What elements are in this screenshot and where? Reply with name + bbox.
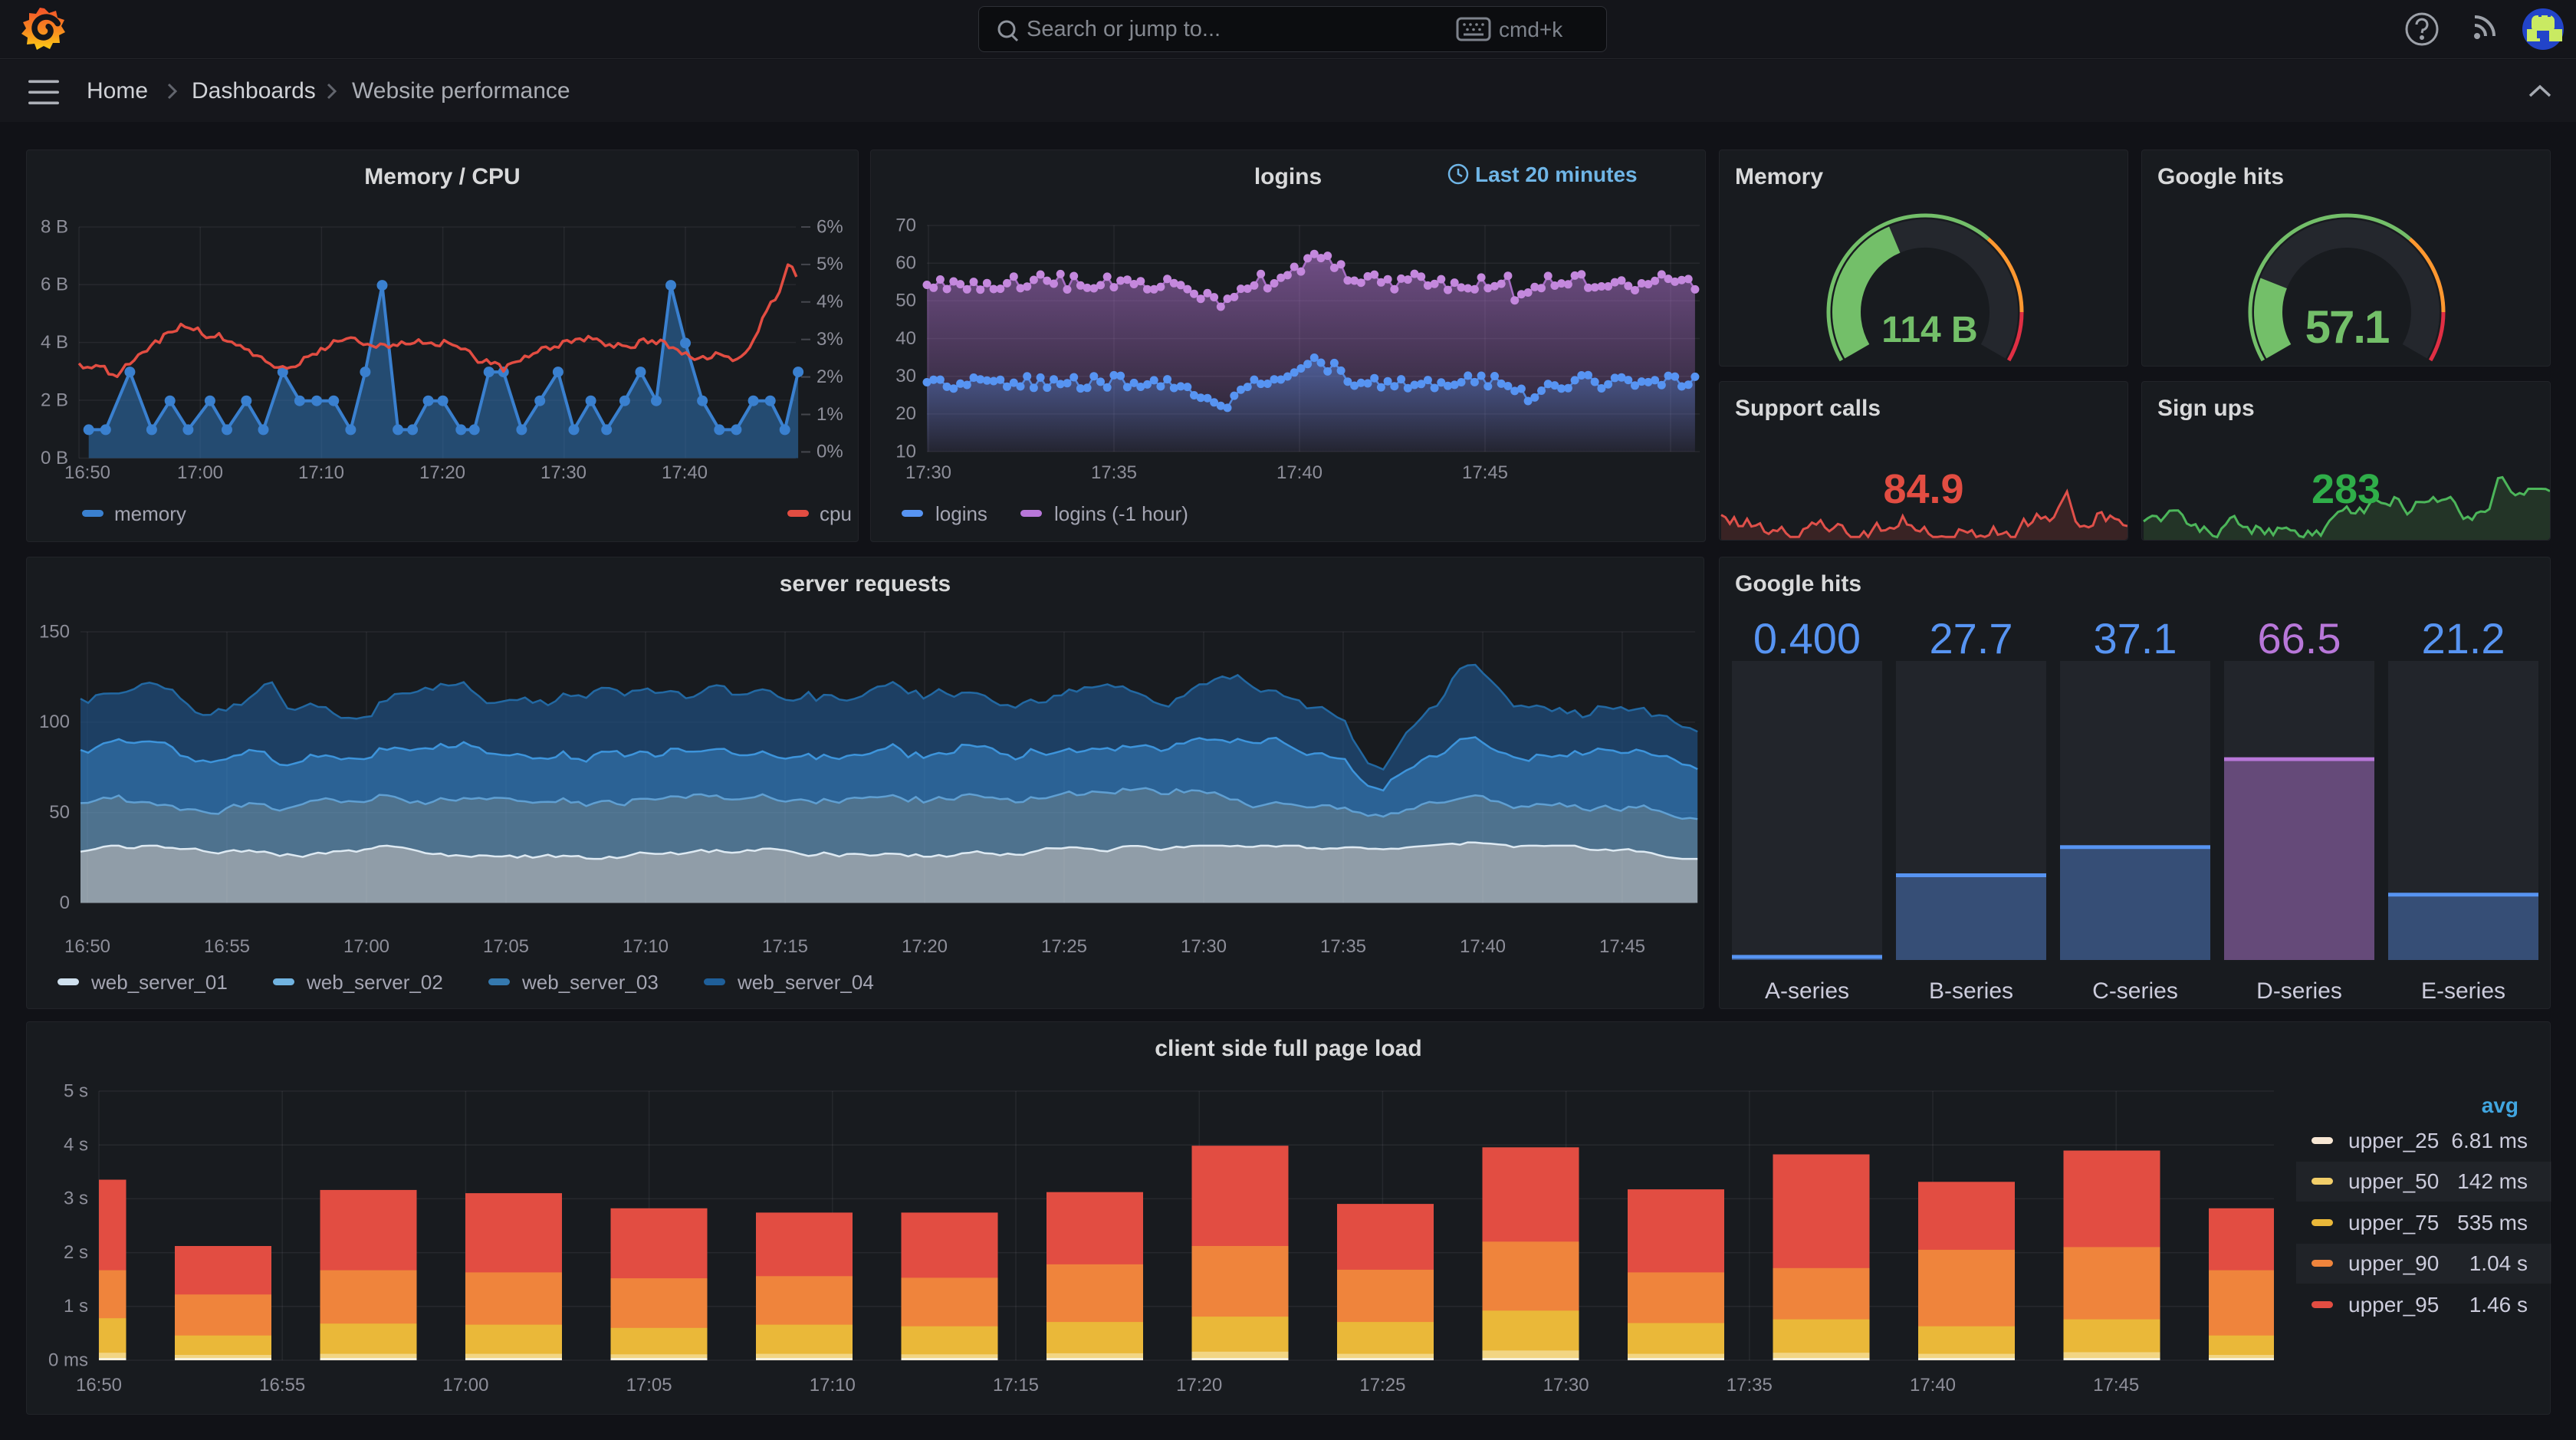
svg-text:100: 100 bbox=[39, 712, 70, 732]
svg-text:20: 20 bbox=[895, 403, 916, 424]
svg-text:114 B: 114 B bbox=[1881, 310, 1977, 350]
svg-text:66.5: 66.5 bbox=[2258, 614, 2341, 662]
svg-text:17:40: 17:40 bbox=[1910, 1375, 1956, 1396]
svg-text:A-series: A-series bbox=[1765, 978, 1849, 1004]
svg-text:17:10: 17:10 bbox=[623, 936, 669, 957]
svg-text:C-series: C-series bbox=[2092, 978, 2178, 1004]
svg-text:17:25: 17:25 bbox=[1041, 936, 1087, 957]
svg-text:1 s: 1 s bbox=[64, 1296, 88, 1317]
svg-text:1.46 s: 1.46 s bbox=[2469, 1293, 2528, 1317]
svg-text:upper_95: upper_95 bbox=[2348, 1293, 2439, 1317]
svg-text:Last 20 minutes: Last 20 minutes bbox=[1475, 163, 1638, 186]
svg-text:16:55: 16:55 bbox=[259, 1375, 305, 1396]
svg-text:17:30: 17:30 bbox=[1543, 1375, 1589, 1396]
svg-text:5%: 5% bbox=[816, 254, 843, 275]
svg-text:17:30: 17:30 bbox=[540, 462, 586, 483]
svg-text:70: 70 bbox=[895, 215, 916, 235]
svg-text:27.7: 27.7 bbox=[1930, 614, 2013, 662]
svg-text:16:55: 16:55 bbox=[204, 936, 250, 957]
svg-text:17:00: 17:00 bbox=[343, 936, 389, 957]
svg-text:6%: 6% bbox=[816, 216, 843, 237]
svg-text:0.400: 0.400 bbox=[1753, 614, 1861, 662]
svg-text:8 B: 8 B bbox=[41, 216, 68, 237]
svg-text:17:40: 17:40 bbox=[1460, 936, 1506, 957]
svg-text:4 B: 4 B bbox=[41, 332, 68, 353]
svg-text:avg: avg bbox=[2482, 1093, 2518, 1117]
svg-text:17:45: 17:45 bbox=[2093, 1375, 2139, 1396]
svg-text:0: 0 bbox=[60, 893, 70, 913]
svg-text:16:50: 16:50 bbox=[64, 462, 110, 483]
svg-text:60: 60 bbox=[895, 253, 916, 274]
svg-text:17:20: 17:20 bbox=[902, 936, 948, 957]
svg-text:30: 30 bbox=[895, 366, 916, 386]
svg-text:21.2: 21.2 bbox=[2422, 614, 2505, 662]
svg-text:17:20: 17:20 bbox=[1176, 1375, 1222, 1396]
svg-text:0 ms: 0 ms bbox=[48, 1350, 88, 1370]
svg-text:535 ms: 535 ms bbox=[2457, 1211, 2528, 1235]
svg-text:17:45: 17:45 bbox=[1462, 462, 1508, 483]
svg-text:B-series: B-series bbox=[1929, 978, 2013, 1004]
svg-text:17:15: 17:15 bbox=[762, 936, 808, 957]
svg-text:0%: 0% bbox=[816, 442, 843, 462]
svg-text:upper_25: upper_25 bbox=[2348, 1129, 2439, 1152]
svg-text:17:00: 17:00 bbox=[442, 1375, 488, 1396]
svg-text:17:40: 17:40 bbox=[662, 462, 708, 483]
svg-text:16:50: 16:50 bbox=[76, 1375, 122, 1396]
svg-text:57.1: 57.1 bbox=[2305, 301, 2389, 353]
svg-text:10: 10 bbox=[895, 441, 916, 462]
svg-text:upper_90: upper_90 bbox=[2348, 1251, 2439, 1275]
svg-text:84.9: 84.9 bbox=[1883, 466, 1963, 512]
svg-text:17:10: 17:10 bbox=[810, 1375, 856, 1396]
svg-text:6.81 ms: 6.81 ms bbox=[2451, 1129, 2528, 1152]
svg-text:37.1: 37.1 bbox=[2094, 614, 2177, 662]
svg-text:142 ms: 142 ms bbox=[2457, 1169, 2528, 1193]
svg-text:17:05: 17:05 bbox=[626, 1375, 672, 1396]
svg-text:memory: memory bbox=[114, 502, 186, 525]
svg-text:3 s: 3 s bbox=[64, 1188, 88, 1209]
svg-text:web_server_04: web_server_04 bbox=[737, 971, 874, 994]
svg-text:upper_50: upper_50 bbox=[2348, 1169, 2439, 1193]
svg-text:17:40: 17:40 bbox=[1276, 462, 1322, 483]
svg-text:17:10: 17:10 bbox=[298, 462, 344, 483]
svg-text:4%: 4% bbox=[816, 291, 843, 312]
svg-text:web_server_02: web_server_02 bbox=[306, 971, 443, 994]
svg-text:D-series: D-series bbox=[2256, 978, 2342, 1004]
svg-text:17:20: 17:20 bbox=[419, 462, 465, 483]
svg-text:2%: 2% bbox=[816, 367, 843, 387]
svg-text:16:50: 16:50 bbox=[64, 936, 110, 957]
svg-text:6 B: 6 B bbox=[41, 275, 68, 295]
svg-text:logins (-1 hour): logins (-1 hour) bbox=[1054, 502, 1188, 525]
svg-text:2 s: 2 s bbox=[64, 1242, 88, 1263]
svg-text:E-series: E-series bbox=[2421, 978, 2505, 1004]
svg-text:4 s: 4 s bbox=[64, 1135, 88, 1156]
svg-text:17:15: 17:15 bbox=[993, 1375, 1039, 1396]
svg-text:17:30: 17:30 bbox=[905, 462, 951, 483]
svg-text:40: 40 bbox=[895, 328, 916, 349]
svg-text:logins: logins bbox=[935, 502, 987, 525]
svg-text:17:30: 17:30 bbox=[1181, 936, 1227, 957]
svg-text:17:00: 17:00 bbox=[177, 462, 223, 483]
svg-text:2 B: 2 B bbox=[41, 390, 68, 410]
svg-text:50: 50 bbox=[895, 291, 916, 311]
svg-text:17:45: 17:45 bbox=[1599, 936, 1645, 957]
svg-text:50: 50 bbox=[49, 802, 70, 823]
svg-text:1%: 1% bbox=[816, 404, 843, 425]
svg-text:upper_75: upper_75 bbox=[2348, 1211, 2439, 1235]
svg-text:1.04 s: 1.04 s bbox=[2469, 1251, 2528, 1275]
svg-text:web_server_03: web_server_03 bbox=[521, 971, 659, 994]
svg-text:17:35: 17:35 bbox=[1091, 462, 1137, 483]
svg-text:17:05: 17:05 bbox=[483, 936, 529, 957]
svg-text:17:25: 17:25 bbox=[1359, 1375, 1405, 1396]
svg-text:web_server_01: web_server_01 bbox=[90, 971, 228, 994]
svg-text:283: 283 bbox=[2312, 466, 2380, 512]
svg-text:3%: 3% bbox=[816, 329, 843, 350]
svg-text:150: 150 bbox=[39, 621, 70, 642]
svg-text:17:35: 17:35 bbox=[1320, 936, 1366, 957]
svg-text:17:35: 17:35 bbox=[1727, 1375, 1773, 1396]
svg-text:cpu: cpu bbox=[820, 502, 852, 525]
svg-text:5 s: 5 s bbox=[64, 1080, 88, 1101]
